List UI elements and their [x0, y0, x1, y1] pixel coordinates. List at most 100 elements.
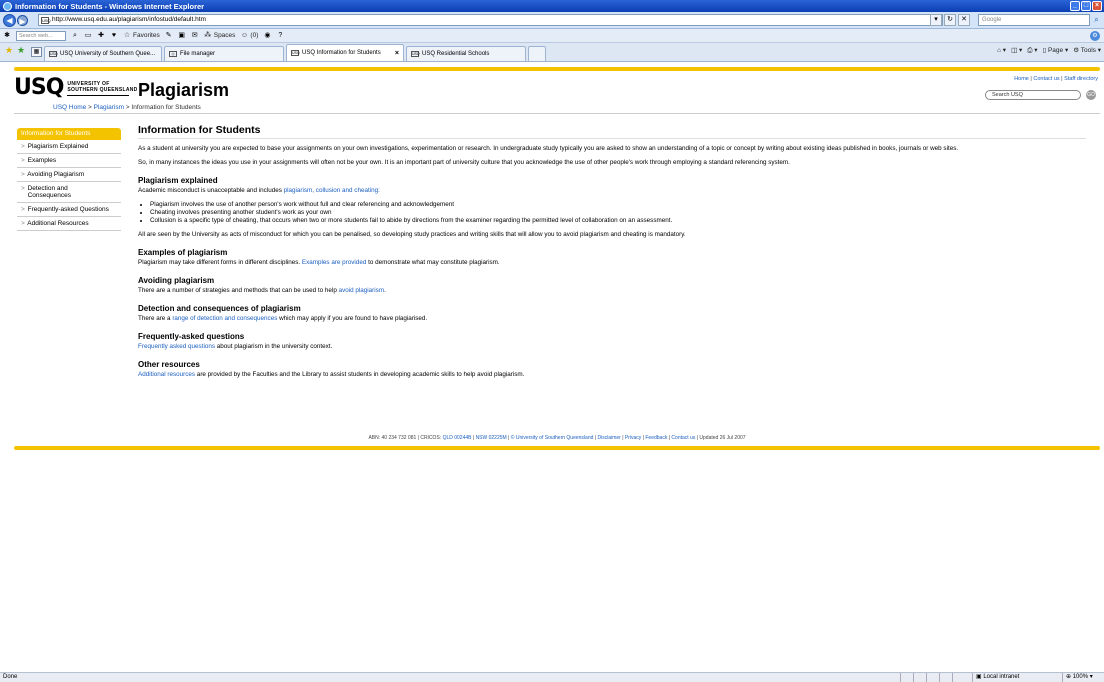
- tools-menu[interactable]: ⚙ Tools ▾: [1073, 46, 1101, 55]
- main-content: Information for Students As a student at…: [138, 124, 1086, 379]
- usq-search-input[interactable]: Search USQ: [985, 90, 1081, 100]
- ie-logo-icon: [3, 1, 12, 11]
- contact-link[interactable]: Contact us: [1033, 76, 1059, 82]
- breadcrumb-home[interactable]: USQ Home: [53, 104, 86, 111]
- status-text: Done: [3, 674, 18, 680]
- sidebar-item-avoiding-plagiarism[interactable]: > Avoiding Plagiarism: [17, 168, 121, 182]
- usq-logo[interactable]: USQ UNIVERSITY OF SOUTHERN QUEENSLAND: [14, 77, 138, 99]
- favorites-center-icon[interactable]: ★: [3, 45, 15, 56]
- breadcrumb: USQ Home > Plagiarism > Information for …: [53, 104, 201, 111]
- tab-usq-home[interactable]: USQ USQ University of Southern Quee...: [44, 46, 162, 61]
- sidebar-item-faq[interactable]: > Frequently-asked Questions: [17, 203, 121, 217]
- sidebar-item-additional-resources[interactable]: > Additional Resources: [17, 217, 121, 231]
- copyright-link[interactable]: © University of Southern Queensland: [511, 435, 594, 441]
- command-toolbar: ✱ Search web... ⌕ ▭ ✚ ♥ ☆ Favorites ✎ ▣ …: [0, 29, 1104, 43]
- web-search-input[interactable]: Google: [978, 14, 1090, 26]
- section-heading-detection: Detection and consequences of plagiarism: [138, 304, 301, 313]
- pencil-icon[interactable]: ✎: [165, 32, 173, 40]
- chevron-right-icon: >: [21, 185, 25, 192]
- toolbar-search-input[interactable]: Search web...: [16, 30, 66, 41]
- misconduct-summary: All are seen by the University as acts o…: [138, 231, 686, 238]
- status-cell: [939, 673, 952, 682]
- settings-icon[interactable]: ⚙: [1090, 31, 1100, 41]
- page-menu[interactable]: ▯ Page ▾: [1043, 46, 1069, 55]
- search-icon[interactable]: ⌕: [1091, 14, 1102, 26]
- tab-favicon-icon: USQ: [49, 51, 58, 57]
- add-favorite-icon[interactable]: ★: [15, 45, 27, 56]
- tab-residential-schools[interactable]: USQ USQ Residential Schools: [406, 46, 526, 61]
- usq-search-go-button[interactable]: GO: [1086, 90, 1096, 100]
- sidebar-item-detection[interactable]: > Detection and Consequences: [17, 182, 121, 203]
- messenger-icon: ☺: [240, 31, 248, 39]
- favorites-menu[interactable]: ☆ Favorites: [123, 32, 160, 40]
- tab-favicon-icon: ◎: [169, 51, 177, 57]
- home-link[interactable]: Home: [1014, 76, 1029, 82]
- back-button[interactable]: ◀: [3, 13, 16, 27]
- faq-link[interactable]: Frequently asked questions: [138, 343, 215, 350]
- maximize-button[interactable]: □: [1081, 1, 1091, 11]
- security-zone[interactable]: ▣ Local intranet: [972, 673, 1052, 682]
- quick-tabs-icon[interactable]: ▦: [31, 47, 42, 57]
- plagiarism-collusion-link[interactable]: plagiarism, collusion and cheating:: [284, 187, 380, 194]
- tab-information-for-students[interactable]: USQ USQ Information for Students ×: [286, 44, 404, 61]
- zoom-icon: ⊕: [1066, 674, 1072, 680]
- favorites-star-icon: ☆: [123, 31, 131, 39]
- status-cell: [952, 673, 965, 682]
- refresh-icon[interactable]: ↻: [944, 14, 956, 26]
- tab-file-manager[interactable]: ◎ File manager: [164, 46, 284, 61]
- status-bar: Done ▣ Local intranet ⊕ 100% ▾: [0, 672, 1104, 682]
- help-icon[interactable]: ?: [276, 32, 284, 40]
- avoid-plagiarism-link[interactable]: avoid plagiarism: [339, 287, 385, 294]
- heart-icon[interactable]: ♥: [110, 32, 118, 40]
- bookmark-icon[interactable]: ▭: [84, 32, 92, 40]
- chevron-right-icon: >: [21, 220, 25, 227]
- sidebar-item-plagiarism-explained[interactable]: > Plagiarism Explained: [17, 140, 121, 154]
- staff-directory-link[interactable]: Staff directory: [1064, 76, 1098, 82]
- sidebar-item-examples[interactable]: > Examples: [17, 154, 121, 168]
- logo-mark: USQ: [14, 75, 64, 100]
- zoom-control[interactable]: ⊕ 100% ▾: [1062, 673, 1104, 682]
- section-text-examples: Plagiarism may take different forms in d…: [138, 259, 500, 266]
- address-bar: ◀ ▶ USQ http://www.usq.edu.au/plagiarism…: [0, 12, 1104, 29]
- window-titlebar: Information for Students - Windows Inter…: [0, 0, 1104, 12]
- cricos-qld-link[interactable]: QLD 00244B: [443, 435, 472, 441]
- messenger-menu[interactable]: ☺ (0): [240, 31, 259, 40]
- feedback-link[interactable]: Feedback: [645, 435, 667, 441]
- examples-link[interactable]: Examples are provided: [302, 259, 366, 266]
- utility-links: Home | Contact us | Staff directory: [1014, 76, 1098, 82]
- top-accent-bar: [14, 67, 1100, 71]
- logo-underline: [67, 94, 130, 96]
- mail-icon[interactable]: ✉: [191, 32, 199, 40]
- forward-button[interactable]: ▶: [17, 14, 28, 26]
- intro-paragraph-1: As a student at university you are expec…: [138, 145, 959, 152]
- breadcrumb-plagiarism[interactable]: Plagiarism: [94, 104, 124, 111]
- cricos-nsw-link[interactable]: NSW 02225M: [476, 435, 507, 441]
- close-button[interactable]: ×: [1092, 1, 1102, 11]
- new-tab-button[interactable]: [528, 46, 546, 61]
- section-text-resources: Additional resources are provided by the…: [138, 371, 525, 378]
- stop-icon[interactable]: ✕: [958, 14, 970, 26]
- globe-icon[interactable]: ◉: [263, 32, 271, 40]
- dropdown-icon[interactable]: ▾: [930, 14, 942, 26]
- detection-consequences-link[interactable]: range of detection and consequences: [172, 315, 277, 322]
- privacy-link[interactable]: Privacy: [625, 435, 641, 441]
- print-icon[interactable]: ⎙ ▾: [1027, 46, 1037, 55]
- list-item: Collusion is a specific type of cheating…: [150, 217, 1086, 225]
- tab-close-icon[interactable]: ×: [389, 50, 399, 57]
- spaces-menu[interactable]: ⁂ Spaces: [204, 31, 235, 40]
- tab-favicon-icon: USQ: [291, 50, 300, 56]
- minimize-button[interactable]: _: [1070, 1, 1080, 11]
- edit-icon[interactable]: ▣: [178, 32, 186, 40]
- add-icon[interactable]: ✚: [97, 32, 105, 40]
- spaces-icon: ⁂: [204, 31, 212, 39]
- intro-paragraph-2: So, in many instances the ideas you use …: [138, 159, 790, 166]
- additional-resources-link[interactable]: Additional resources: [138, 371, 195, 378]
- toolbar-search-icon[interactable]: ⌕: [71, 32, 79, 40]
- url-field[interactable]: USQ http://www.usq.edu.au/plagiarism/inf…: [38, 14, 943, 26]
- home-icon[interactable]: ⌂ ▾: [997, 46, 1006, 55]
- chevron-right-icon: >: [21, 143, 25, 150]
- footer-contact-link[interactable]: Contact us: [671, 435, 695, 441]
- feeds-icon[interactable]: ◫ ▾: [1011, 46, 1022, 55]
- page-title: Information for Students: [138, 124, 1086, 139]
- disclaimer-link[interactable]: Disclaimer: [597, 435, 620, 441]
